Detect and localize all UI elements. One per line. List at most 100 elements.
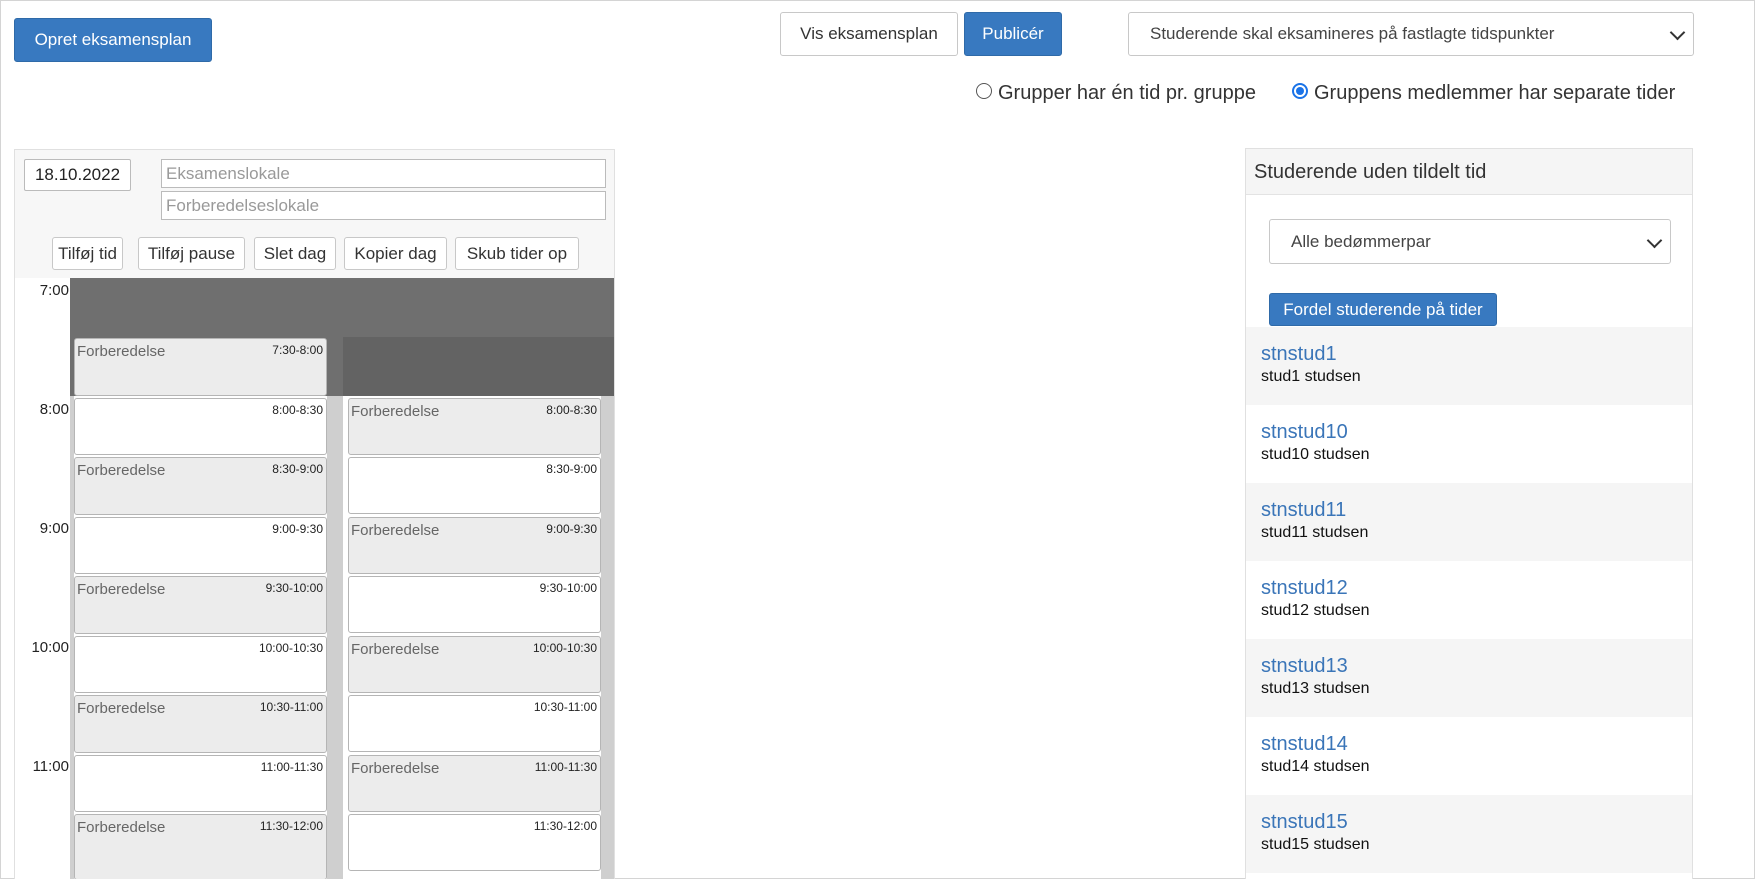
assessor-pair-value: Alle bedømmerpar [1291,232,1431,251]
exam-slot[interactable]: 11:30-12:00 [348,814,601,871]
slot-time: 10:30-11:00 [259,700,323,714]
slot-time: 9:30-10:00 [539,581,597,595]
exam-slot[interactable]: 8:30-9:00 [348,457,601,514]
prep-slot[interactable]: Forberedelse 9:00-9:30 [348,517,601,574]
prep-slot[interactable]: Forberedelse 9:30-10:00 [74,576,327,634]
column-gutter [601,396,614,879]
exam-mode-value: Studerende skal eksamineres på fastlagte… [1150,24,1555,43]
add-time-button[interactable]: Tilføj tid [52,237,123,270]
prep-slot[interactable]: Forberedelse 11:00-11:30 [348,755,601,812]
slot-label: Forberedelse [77,343,166,360]
student-name: stud1 studsen [1261,368,1361,385]
student-item[interactable]: stnstud13 stud13 studsen [1246,639,1692,717]
closed-area [70,278,614,337]
prep-slot[interactable]: Forberedelse 11:30-12:00 [74,814,327,879]
delete-day-button[interactable]: Slet dag [254,237,336,270]
exam-slot[interactable]: 10:30-11:00 [348,695,601,752]
prep-room-input[interactable]: Forberedelseslokale [161,191,606,220]
slot-time: 8:30-9:00 [272,462,323,476]
student-username-link[interactable]: stnstud15 [1261,811,1348,834]
show-exam-plan-button[interactable]: Vis eksamensplan [780,12,958,56]
exam-mode-select[interactable]: Studerende skal eksamineres på fastlagte… [1128,12,1694,56]
student-name: stud12 studsen [1261,602,1370,619]
slot-label: Forberedelse [351,760,440,777]
prep-slot[interactable]: Forberedelse 8:30-9:00 [74,457,327,515]
date-field[interactable]: 18.10.2022 [24,159,131,191]
unassigned-students-panel: Studerende uden tildelt tid Alle bedømme… [1245,148,1693,879]
exam-room-input[interactable]: Eksamenslokale [161,159,606,188]
slot-time: 11:30-12:00 [259,819,323,833]
slot-label: Forberedelse [351,403,440,420]
slot-label: Forberedelse [77,581,166,598]
student-username-link[interactable]: stnstud14 [1261,733,1348,756]
slot-label: Forberedelse [351,522,440,539]
assessor-pair-select[interactable]: Alle bedømmerpar [1269,219,1671,264]
student-item[interactable]: stnstud15 stud15 studsen [1246,795,1692,873]
copy-day-button[interactable]: Kopier dag [344,237,447,270]
student-name: stud10 studsen [1261,446,1370,463]
radio-group-one-time[interactable]: Grupper har én tid pr. gruppe [976,82,1256,105]
student-item[interactable]: stnstud11 stud11 studsen [1246,483,1692,561]
slot-label: Forberedelse [77,700,166,717]
student-name: stud11 studsen [1261,524,1369,541]
student-username-link[interactable]: stnstud1 [1261,343,1337,366]
add-break-button[interactable]: Tilføj pause [138,237,245,270]
student-item[interactable]: stnstud12 stud12 studsen [1246,561,1692,639]
column-gutter [327,396,343,879]
hour-label: 10:00 [31,639,69,656]
chevron-down-icon [1669,24,1686,41]
student-name: stud15 studsen [1261,836,1370,853]
prep-slot[interactable]: Forberedelse 10:30-11:00 [74,695,327,753]
slot-time: 10:00-10:30 [258,641,323,655]
student-username-link[interactable]: stnstud13 [1261,655,1348,678]
student-item[interactable]: stnstud10 stud10 studsen [1246,405,1692,483]
slot-time: 11:00-11:30 [260,760,323,774]
slot-time: 11:00-11:30 [534,760,597,774]
hour-label: 11:00 [32,758,69,775]
slot-time: 8:30-9:00 [546,462,597,476]
radio-button-icon[interactable] [976,82,992,99]
hour-label: 8:00 [39,401,69,418]
hour-label: 9:00 [39,520,69,537]
student-item[interactable]: stnstud14 stud14 studsen [1246,717,1692,795]
slot-label: Forberedelse [77,462,166,479]
exam-slot[interactable]: 11:00-11:30 [74,755,327,812]
slot-label: Forberedelse [351,641,440,658]
student-username-link[interactable]: stnstud10 [1261,421,1348,444]
exam-slot[interactable]: 9:00-9:30 [74,517,327,574]
prep-slot[interactable]: Forberedelse 7:30-8:00 [74,338,327,396]
hour-label: 7:00 [39,282,69,299]
time-grid: 7:00 8:00 9:00 10:00 11:00 Forberedelse … [15,278,614,879]
panel-title: Studerende uden tildelt tid [1246,149,1692,195]
create-exam-plan-button[interactable]: Opret eksamensplan [14,18,212,62]
slot-time: 7:30-8:00 [272,343,323,357]
slot-time: 9:30-10:00 [265,581,323,595]
day-calendar-panel: 18.10.2022 Eksamenslokale Forberedelsesl… [14,149,615,879]
distribute-students-button[interactable]: Fordel studerende på tider [1269,293,1497,326]
slot-time: 8:00-8:30 [546,403,597,417]
exam-slot[interactable]: 8:00-8:30 [74,398,327,455]
slot-time: 10:30-11:00 [533,700,597,714]
student-name: stud14 studsen [1261,758,1370,775]
exam-slot[interactable]: 9:30-10:00 [348,576,601,633]
slot-time: 11:30-12:00 [533,819,597,833]
prep-slot[interactable]: Forberedelse 8:00-8:30 [348,398,601,455]
slot-time: 10:00-10:30 [532,641,597,655]
student-username-link[interactable]: stnstud11 [1261,499,1346,522]
slot-label: Forberedelse [77,819,166,836]
prep-slot[interactable]: Forberedelse 10:00-10:30 [348,636,601,693]
exam-slot[interactable]: 10:00-10:30 [74,636,327,693]
student-name: stud13 studsen [1261,680,1370,697]
closed-area [343,337,614,396]
radio-one-time-label: Grupper har én tid pr. gruppe [998,82,1256,104]
slot-time: 9:00-9:30 [272,522,323,536]
radio-button-checked-icon[interactable] [1292,82,1308,99]
chevron-down-icon [1646,232,1663,248]
student-username-link[interactable]: stnstud12 [1261,577,1348,600]
slot-time: 9:00-9:30 [546,522,597,536]
push-times-button[interactable]: Skub tider op [455,237,579,270]
student-item[interactable]: stnstud1 stud1 studsen [1246,327,1692,405]
radio-separate-label: Gruppens medlemmer har separate tider [1314,82,1676,104]
publish-button[interactable]: Publicér [964,12,1062,56]
radio-separate-times[interactable]: Gruppens medlemmer har separate tider [1292,82,1675,105]
